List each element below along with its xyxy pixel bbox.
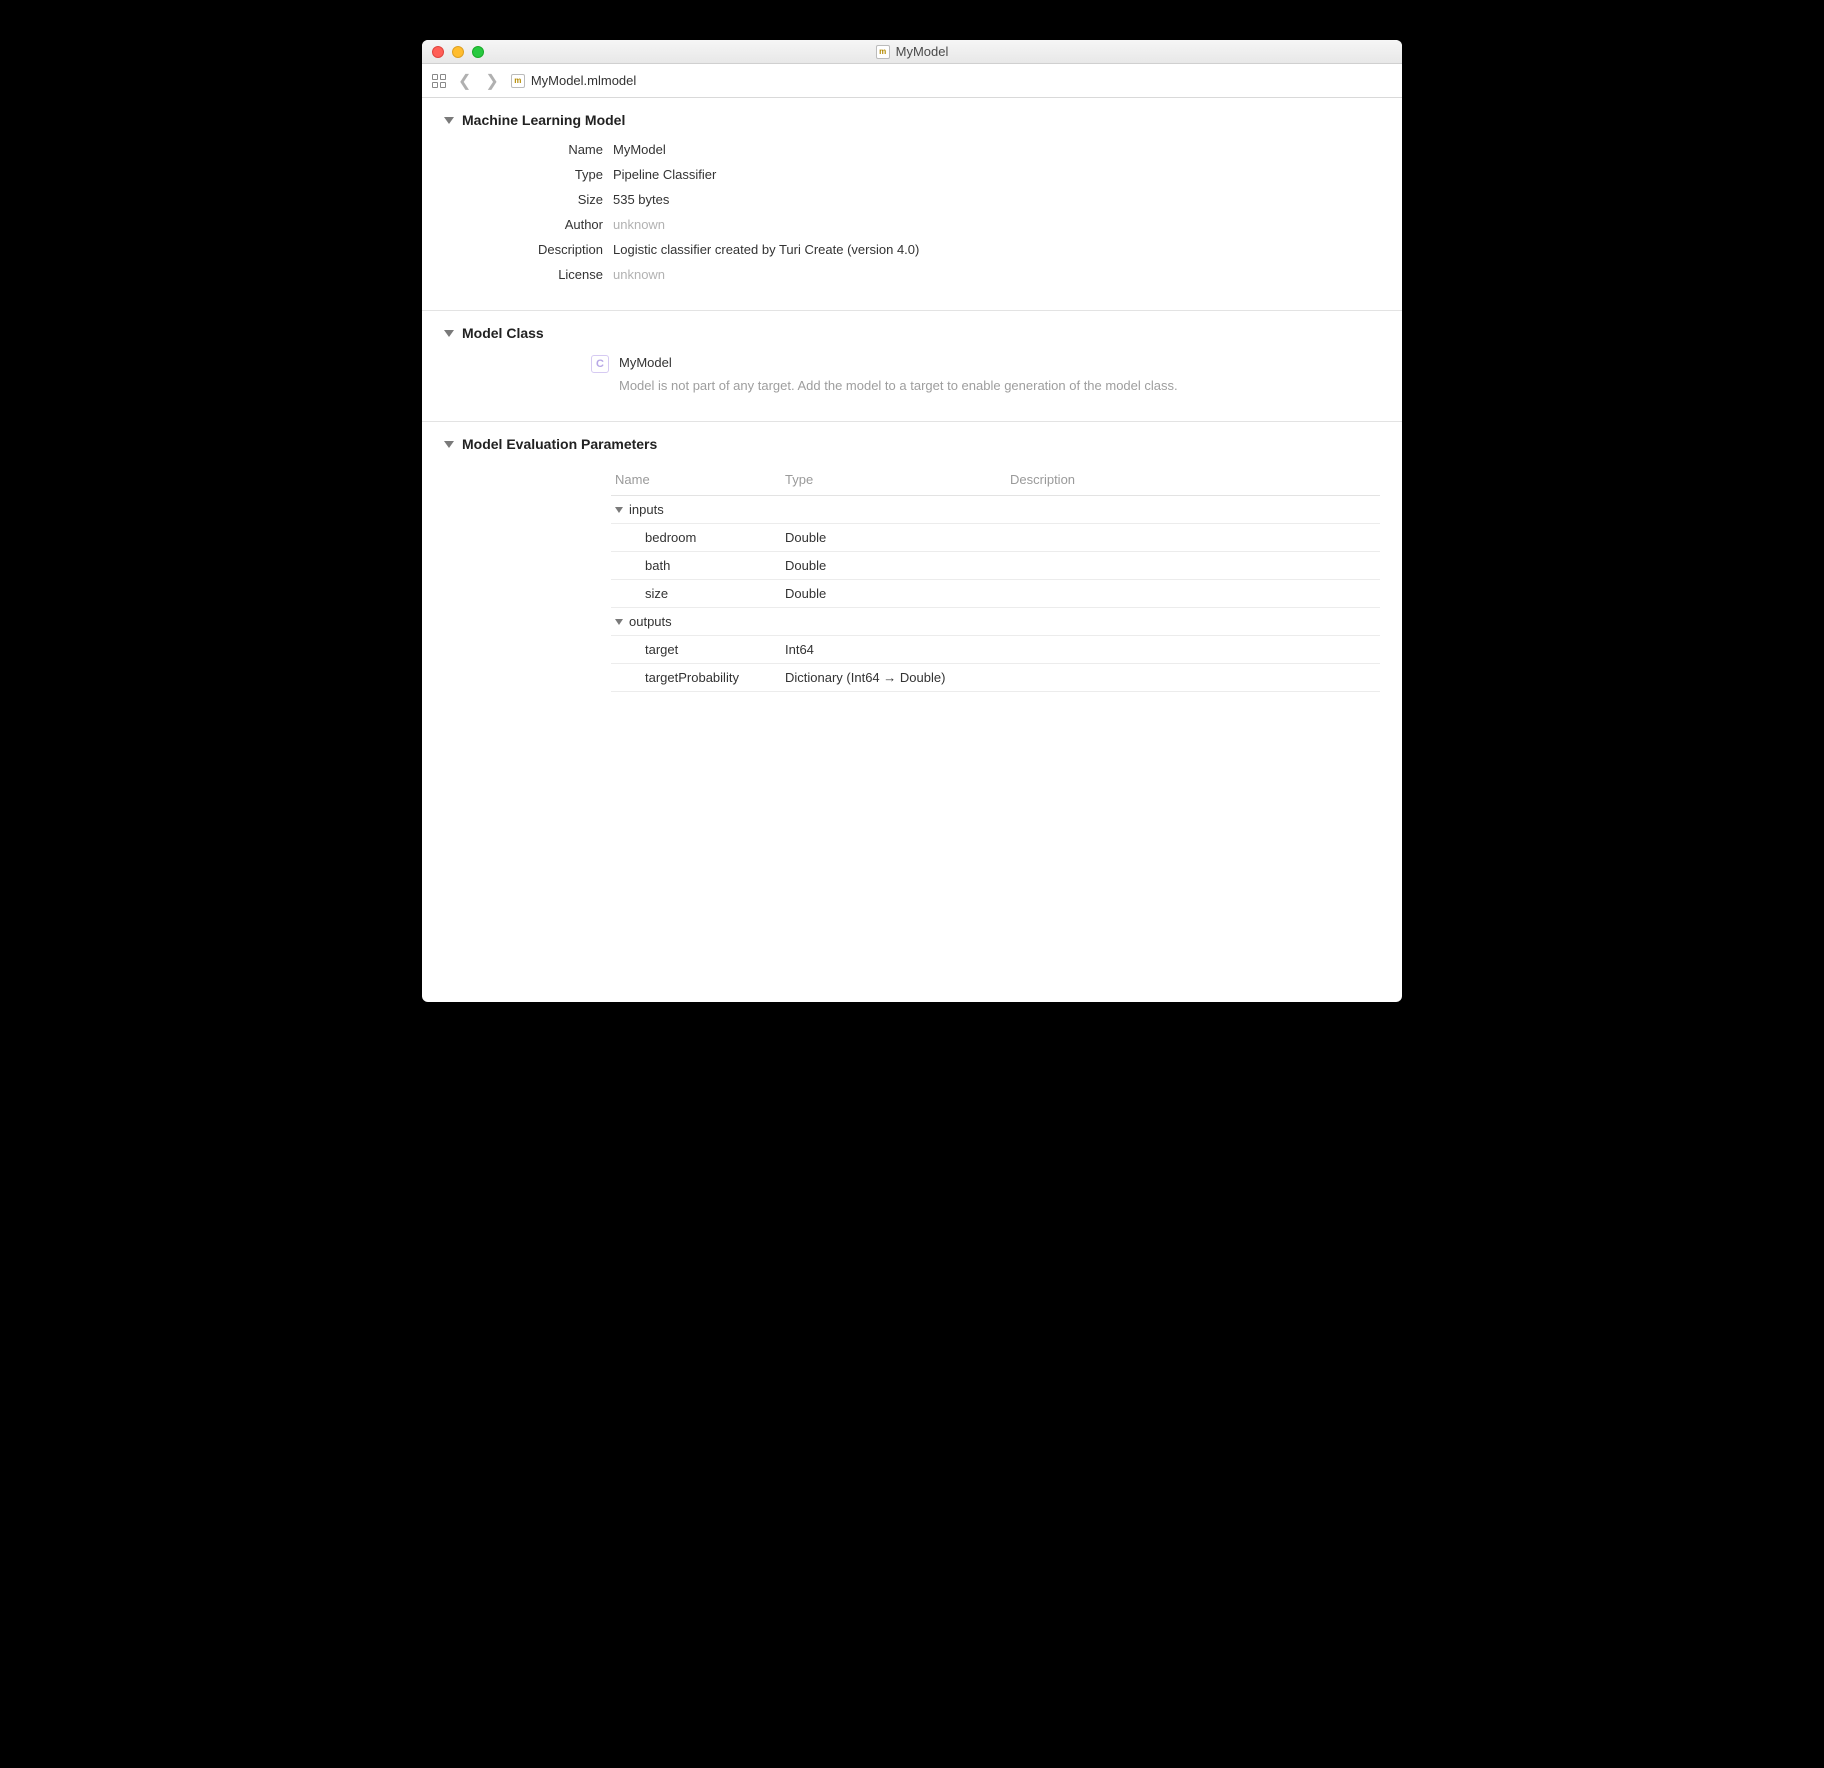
breadcrumb-filename: MyModel.mlmodel — [531, 73, 636, 88]
col-description: Description — [1010, 472, 1376, 487]
group-label: inputs — [629, 502, 664, 517]
zoom-button[interactable] — [472, 46, 484, 58]
nav-forward-button[interactable]: ❯ — [483, 71, 500, 91]
field-value-size: 535 bytes — [613, 192, 1380, 207]
model-class-note: Model is not part of any target. Add the… — [619, 378, 1178, 393]
class-file-icon: C — [591, 355, 609, 373]
model-class-body: C MyModel Model is not part of any targe… — [591, 355, 1380, 393]
table-row: targetProbability Dictionary (Int64 → Do… — [611, 664, 1380, 692]
mlmodel-icon: m — [511, 74, 525, 88]
section-title: Machine Learning Model — [462, 112, 625, 128]
group-row-inputs[interactable]: inputs — [611, 496, 1380, 524]
cell-name: size — [615, 586, 785, 601]
cell-name: bedroom — [615, 530, 785, 545]
field-label-license: License — [450, 267, 603, 282]
cell-type: Double — [785, 558, 1010, 573]
app-window: m MyModel ❮ ❯ m MyModel.mlmodel Machine … — [422, 40, 1402, 1002]
field-value-name: MyModel — [613, 142, 1380, 157]
section-model-class: Model Class C MyModel Model is not part … — [422, 311, 1402, 422]
traffic-lights — [422, 46, 484, 58]
window-title: m MyModel — [422, 44, 1402, 59]
disclosure-triangle-icon — [444, 117, 454, 124]
cell-name: targetProbability — [615, 670, 785, 685]
table-row: size Double — [611, 580, 1380, 608]
cell-type: Dictionary (Int64 → Double) — [785, 670, 1010, 685]
table-row: target Int64 — [611, 636, 1380, 664]
field-value-author[interactable]: unknown — [613, 217, 1380, 232]
cell-type: Int64 — [785, 642, 1010, 657]
related-items-icon[interactable] — [432, 74, 446, 88]
breadcrumb[interactable]: m MyModel.mlmodel — [511, 73, 636, 88]
cell-type: Double — [785, 586, 1010, 601]
field-label-author: Author — [450, 217, 603, 232]
table-header: Name Type Description — [611, 466, 1380, 496]
close-button[interactable] — [432, 46, 444, 58]
section-header-ml-model[interactable]: Machine Learning Model — [444, 112, 1380, 128]
window-title-text: MyModel — [896, 44, 949, 59]
disclosure-triangle-icon — [615, 619, 623, 625]
content: Machine Learning Model Name MyModel Type… — [422, 98, 1402, 1002]
minimize-button[interactable] — [452, 46, 464, 58]
group-row-outputs[interactable]: outputs — [611, 608, 1380, 636]
toolbar: ❮ ❯ m MyModel.mlmodel — [422, 64, 1402, 98]
section-header-model-class[interactable]: Model Class — [444, 325, 1380, 341]
field-value-type: Pipeline Classifier — [613, 167, 1380, 182]
col-type: Type — [785, 472, 1010, 487]
section-ml-model: Machine Learning Model Name MyModel Type… — [422, 98, 1402, 311]
cell-name: bath — [615, 558, 785, 573]
mlmodel-icon: m — [876, 45, 890, 59]
titlebar: m MyModel — [422, 40, 1402, 64]
field-value-license[interactable]: unknown — [613, 267, 1380, 282]
cell-name: target — [615, 642, 785, 657]
field-label-type: Type — [450, 167, 603, 182]
section-title: Model Class — [462, 325, 544, 341]
section-title: Model Evaluation Parameters — [462, 436, 657, 452]
table-row: bath Double — [611, 552, 1380, 580]
eval-params-table: Name Type Description inputs bedroom Dou… — [611, 466, 1380, 692]
nav-back-button[interactable]: ❮ — [456, 71, 473, 91]
section-header-eval-params[interactable]: Model Evaluation Parameters — [444, 436, 1380, 452]
section-eval-params: Model Evaluation Parameters Name Type De… — [422, 422, 1402, 702]
group-label: outputs — [629, 614, 672, 629]
table-row: bedroom Double — [611, 524, 1380, 552]
field-label-description: Description — [450, 242, 603, 257]
model-class-name: MyModel — [619, 355, 1178, 370]
disclosure-triangle-icon — [615, 507, 623, 513]
field-label-size: Size — [450, 192, 603, 207]
cell-type: Double — [785, 530, 1010, 545]
field-label-name: Name — [450, 142, 603, 157]
col-name: Name — [615, 472, 785, 487]
disclosure-triangle-icon — [444, 441, 454, 448]
ml-model-fields: Name MyModel Type Pipeline Classifier Si… — [450, 142, 1380, 282]
disclosure-triangle-icon — [444, 330, 454, 337]
field-value-description[interactable]: Logistic classifier created by Turi Crea… — [613, 242, 1380, 257]
